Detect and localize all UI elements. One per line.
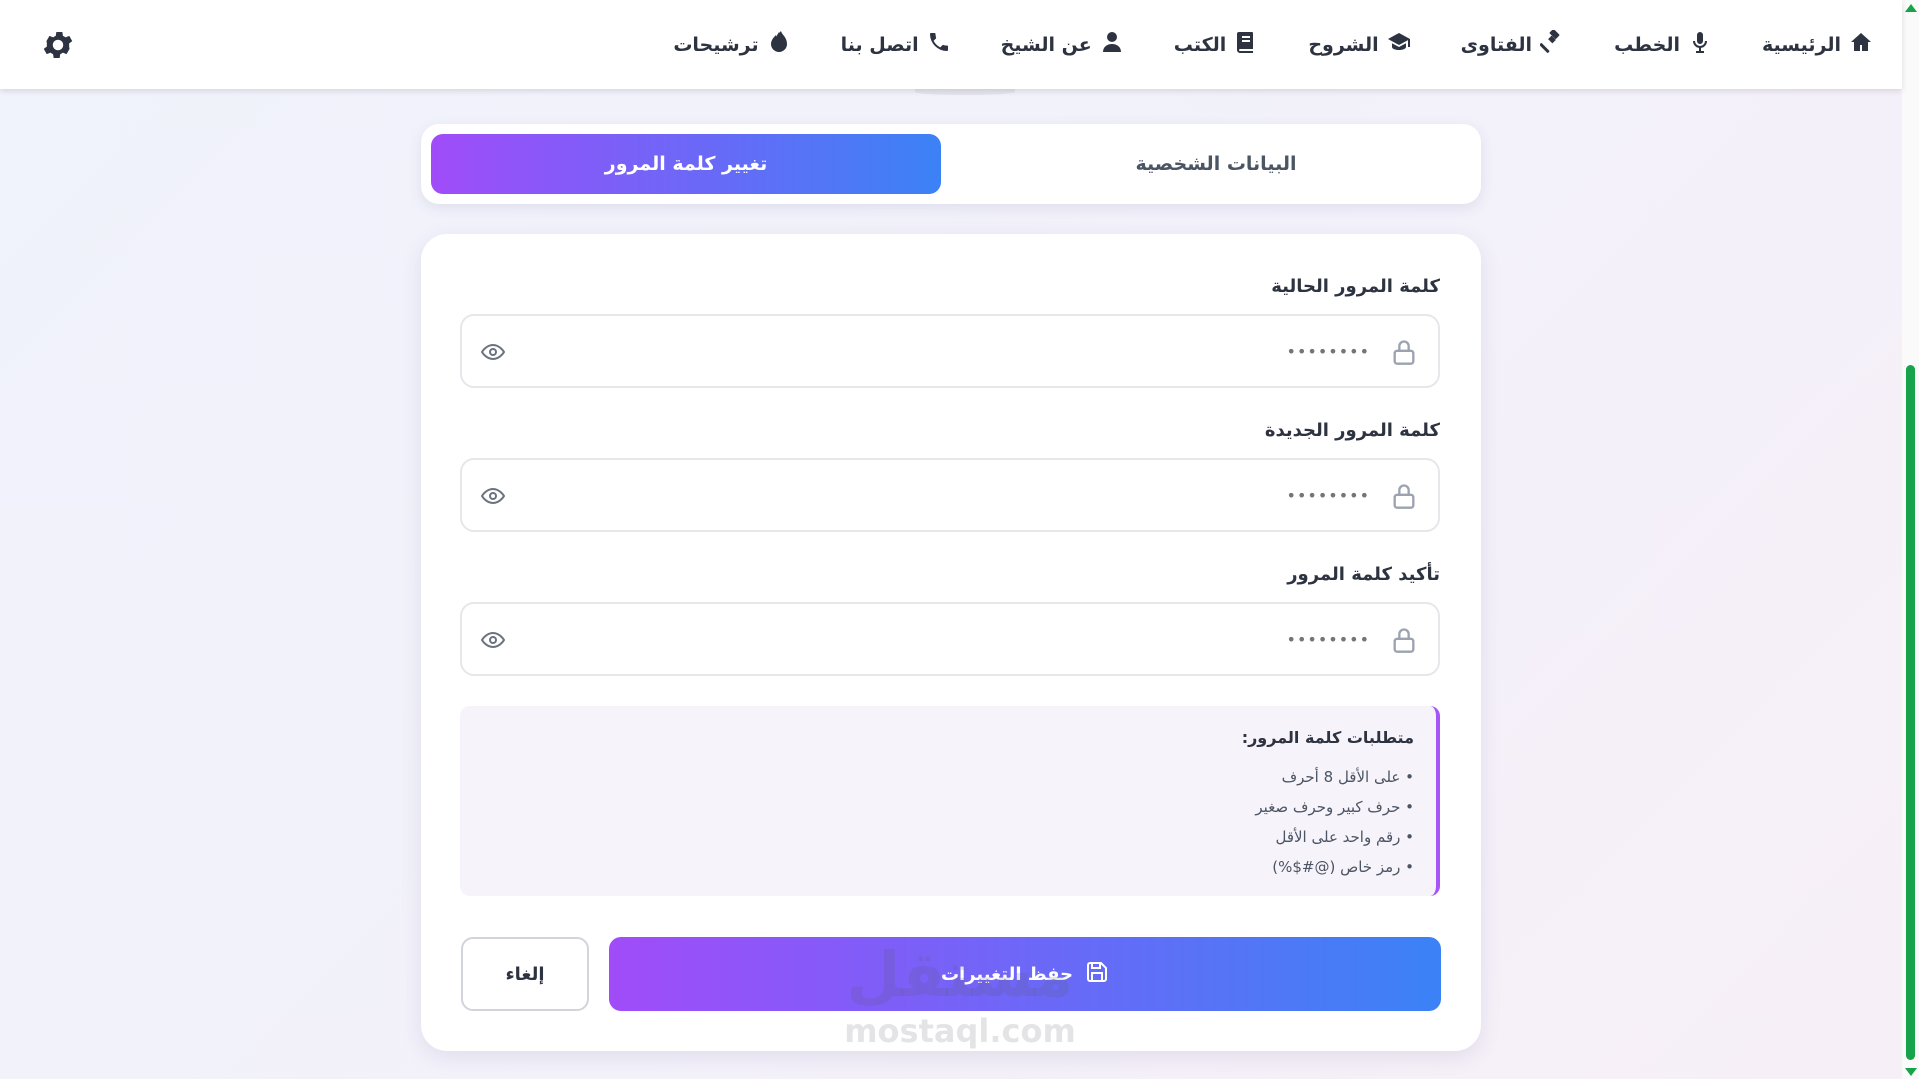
phone-icon bbox=[927, 30, 951, 59]
requirement-item: • حرف كبير وحرف صغير bbox=[1255, 798, 1414, 816]
gear-icon bbox=[40, 31, 76, 67]
new-password-field bbox=[460, 458, 1440, 532]
save-button[interactable]: حفظ التغييرات bbox=[609, 937, 1441, 1011]
nav-item-label: عن الشيخ bbox=[1000, 33, 1092, 56]
nav-item-label: الخطب bbox=[1614, 33, 1681, 56]
new-password-label: كلمة المرور الجديدة bbox=[1264, 420, 1440, 441]
nav-item-recommendations[interactable]: ترشيحات bbox=[673, 30, 790, 59]
top-navbar: الرئيسية الخطب الفتاوى الشروح الكتب عن ا… bbox=[0, 0, 1902, 89]
save-icon bbox=[1085, 960, 1109, 989]
requirement-item: • رقم واحد على الأقل bbox=[1275, 828, 1414, 846]
current-password-label: كلمة المرور الحالية bbox=[1271, 276, 1440, 297]
graduation-cap-icon bbox=[1387, 30, 1411, 59]
tab-personal-info[interactable]: البيانات الشخصية bbox=[961, 134, 1471, 194]
nav-item-books[interactable]: الكتب bbox=[1174, 30, 1259, 59]
scroll-up-arrow-icon[interactable] bbox=[1905, 4, 1917, 12]
scrollbar-thumb[interactable] bbox=[1906, 365, 1915, 1060]
lock-icon bbox=[1390, 338, 1418, 366]
nav-item-label: الرئيسية bbox=[1762, 33, 1841, 56]
scroll-down-arrow-icon[interactable] bbox=[1905, 1068, 1917, 1076]
nav-item-label: اتصل بنا bbox=[840, 33, 919, 56]
confirm-password-field bbox=[460, 602, 1440, 676]
nav-item-label: ترشيحات bbox=[673, 33, 759, 56]
cancel-button[interactable]: إلغاء bbox=[461, 937, 589, 1011]
settings-tabs: البيانات الشخصية تغيير كلمة المرور bbox=[421, 124, 1481, 204]
page-scrollbar[interactable] bbox=[1902, 0, 1919, 1079]
nav-item-label: الفتاوى bbox=[1460, 33, 1533, 56]
nav-menu: الرئيسية الخطب الفتاوى الشروح الكتب عن ا… bbox=[673, 0, 1873, 89]
navbar-shadow-notch bbox=[915, 89, 1015, 95]
nav-item-sermons[interactable]: الخطب bbox=[1614, 30, 1712, 59]
fire-icon bbox=[767, 30, 791, 59]
save-button-label: حفظ التغييرات bbox=[940, 963, 1074, 985]
microphone-icon bbox=[1688, 30, 1712, 59]
settings-button[interactable] bbox=[40, 27, 76, 63]
password-form-card: كلمة المرور الحالية كلمة المرور الجديدة … bbox=[421, 234, 1481, 1051]
current-password-field bbox=[460, 314, 1440, 388]
eye-icon[interactable] bbox=[480, 484, 506, 508]
nav-item-home[interactable]: الرئيسية bbox=[1762, 30, 1873, 59]
tab-change-password[interactable]: تغيير كلمة المرور bbox=[431, 134, 941, 194]
lock-icon bbox=[1390, 626, 1418, 654]
requirement-item: • رمز خاص (@#$%) bbox=[1272, 858, 1414, 876]
book-icon bbox=[1234, 30, 1258, 59]
current-password-input[interactable] bbox=[550, 316, 1370, 386]
lock-icon bbox=[1390, 482, 1418, 510]
requirements-title: متطلبات كلمة المرور: bbox=[1241, 728, 1414, 747]
nav-item-about-sheikh[interactable]: عن الشيخ bbox=[1001, 30, 1124, 59]
nav-item-fatwas[interactable]: الفتاوى bbox=[1460, 29, 1564, 59]
new-password-input[interactable] bbox=[550, 460, 1370, 530]
user-icon bbox=[1100, 30, 1124, 59]
nav-item-explanations[interactable]: الشروح bbox=[1308, 30, 1410, 59]
nav-item-label: الشروح bbox=[1308, 33, 1379, 56]
requirement-item: • على الأقل 8 أحرف bbox=[1281, 768, 1414, 786]
password-requirements: متطلبات كلمة المرور: • على الأقل 8 أحرف … bbox=[460, 706, 1440, 896]
gavel-icon bbox=[1539, 29, 1564, 59]
eye-icon[interactable] bbox=[480, 628, 506, 652]
requirements-list: • على الأقل 8 أحرف • حرف كبير وحرف صغير … bbox=[1255, 762, 1414, 882]
eye-icon[interactable] bbox=[480, 340, 506, 364]
nav-item-contact[interactable]: اتصل بنا bbox=[841, 30, 951, 59]
confirm-password-label: تأكيد كلمة المرور bbox=[1287, 564, 1440, 585]
confirm-password-input[interactable] bbox=[550, 604, 1370, 674]
home-icon bbox=[1849, 30, 1873, 59]
nav-item-label: الكتب bbox=[1173, 33, 1227, 56]
